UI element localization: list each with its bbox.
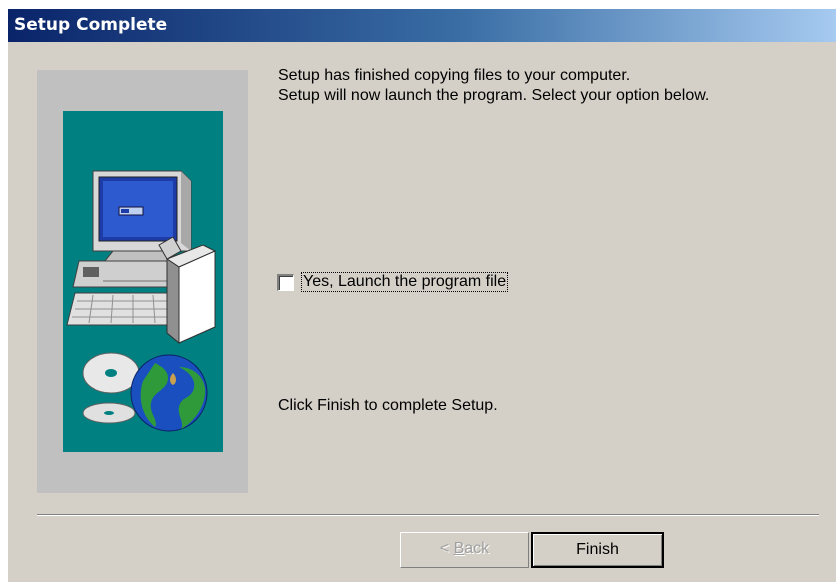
finish-button[interactable]: Finish: [531, 532, 664, 568]
launch-program-option[interactable]: Yes, Launch the program file: [277, 271, 509, 293]
title-bar: Setup Complete: [8, 9, 836, 42]
back-button-mnemonic: B: [453, 540, 465, 557]
computer-with-globe-and-discs-icon: [63, 111, 223, 452]
setup-artwork-frame: [37, 70, 248, 493]
finish-instruction: Click Finish to complete Setup.: [278, 397, 498, 414]
window-title: Setup Complete: [14, 15, 168, 35]
setup-complete-dialog: Setup Complete Setup has finished copyin…: [8, 9, 836, 582]
launch-program-checkbox[interactable]: [277, 273, 294, 291]
button-separator: [37, 514, 819, 516]
finish-button-label: Finish: [576, 541, 619, 558]
status-message-line-1: Setup has finished copying files to your…: [278, 67, 631, 84]
back-button[interactable]: < Back: [400, 532, 529, 568]
launch-program-label[interactable]: Yes, Launch the program file: [300, 272, 509, 292]
back-button-rest: ack: [464, 540, 490, 557]
back-button-prefix: <: [439, 540, 454, 557]
status-message-line-2: Setup will now launch the program. Selec…: [278, 87, 710, 104]
